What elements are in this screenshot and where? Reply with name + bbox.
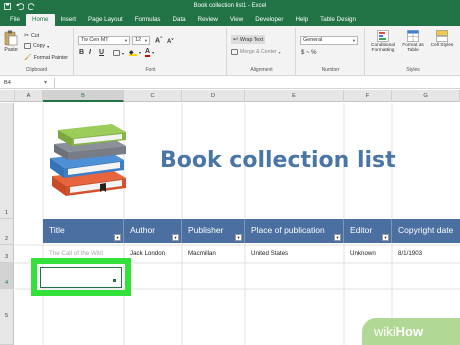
tab-view[interactable]: View <box>224 14 249 26</box>
cut-button[interactable]: ✂ Cut <box>24 32 39 40</box>
wrap-text-icon: ↩ <box>233 37 239 43</box>
table-header-row: Title ▾ Author ▾ Publisher ▾ Place of publi… <box>43 219 460 243</box>
column-header-e[interactable]: E <box>245 90 344 102</box>
border-icon <box>113 50 120 56</box>
header-title[interactable]: Title ▾ <box>43 219 124 243</box>
bold-button[interactable]: B <box>79 49 84 56</box>
tab-review[interactable]: Review <box>192 14 224 26</box>
cell-d3[interactable]: Macmillan <box>182 245 245 263</box>
copy-icon <box>24 43 31 49</box>
brush-icon: 🖌 <box>24 55 32 61</box>
fill-color-button[interactable]: ◆ ▾ <box>129 49 141 56</box>
alignment-label: Alignment <box>250 67 273 73</box>
sheet-title: Book collection list <box>160 148 396 173</box>
books-icon <box>50 124 126 196</box>
ribbon-tabs: File Home Insert Page Layout Formulas Da… <box>0 14 460 26</box>
row-header-5[interactable]: 5 <box>0 289 14 345</box>
header-editor[interactable]: Editor ▾ <box>344 219 392 243</box>
styles-label: Styles <box>406 67 420 73</box>
select-all-corner[interactable] <box>0 90 15 102</box>
name-box-dropdown-icon[interactable]: ▾ <box>44 79 47 86</box>
font-size-select[interactable]: 12 ▼ <box>132 36 150 45</box>
copy-button[interactable]: Copy ▾ <box>24 43 49 49</box>
increase-font-icon[interactable]: A^ <box>155 35 162 44</box>
tab-page-layout[interactable]: Page Layout <box>82 14 129 26</box>
formula-input[interactable] <box>60 78 458 88</box>
scissors-icon: ✂ <box>24 33 30 39</box>
column-header-a[interactable]: A <box>15 90 43 102</box>
format-table-icon <box>407 30 419 42</box>
header-place[interactable]: Place of publication ▾ <box>245 219 344 243</box>
column-header-d[interactable]: D <box>182 90 245 102</box>
clipboard-group: Paste ✂ Cut Copy ▾ 🖌 Format Painter Clipboa… <box>0 28 74 75</box>
wikihow-logo: wikiHow <box>362 318 460 345</box>
active-cell-b4[interactable] <box>40 267 122 288</box>
number-label: Number <box>321 67 340 73</box>
number-group: General ▼ $ ~ % Number <box>297 28 365 75</box>
row-header-3[interactable]: 3 <box>0 245 14 263</box>
paste-button[interactable]: Paste <box>4 30 18 53</box>
title-bar: Book collection list1 - Excel <box>0 0 460 14</box>
tab-home[interactable]: Home <box>25 14 55 26</box>
column-header-b[interactable]: B <box>43 90 124 102</box>
font-group: Tw Cen MT ▼ 12 ▼ A^ Av B I U ▾ ◆ ▾ A ▾ Font <box>75 28 227 75</box>
tab-developer[interactable]: Developer <box>249 14 289 26</box>
font-label: Font <box>145 67 156 73</box>
fill-color-icon: ◆ <box>129 49 137 56</box>
borders-button[interactable]: ▾ <box>113 50 124 56</box>
filter-dropdown-icon[interactable]: ▾ <box>172 234 179 241</box>
ribbon: Paste ✂ Cut Copy ▾ 🖌 Format Painter Clipboa… <box>0 26 460 76</box>
column-header-g[interactable]: G <box>392 90 460 102</box>
font-name-select[interactable]: Tw Cen MT ▼ <box>78 36 130 45</box>
window-title: Book collection list1 - Excel <box>193 3 267 9</box>
highlight-box <box>31 258 131 296</box>
column-headers: A B C D E F G <box>0 90 460 102</box>
clipboard-label: Clipboard <box>25 67 48 73</box>
filter-dropdown-icon[interactable]: ▾ <box>114 234 121 241</box>
font-color-button[interactable]: A ▾ <box>145 48 154 57</box>
font-color-icon: A <box>145 48 151 57</box>
tab-formulas[interactable]: Formulas <box>129 14 167 26</box>
styles-group: Conditional Formatting Format as Table C… <box>366 28 460 75</box>
tab-table-design[interactable]: Table Design <box>314 14 362 26</box>
number-format-select[interactable]: General ▼ <box>300 36 358 45</box>
format-as-table-button[interactable]: Format as Table <box>399 30 427 53</box>
italic-button[interactable]: I <box>89 49 91 56</box>
cell-styles-button[interactable]: Cell Styles <box>428 30 456 48</box>
column-header-f[interactable]: F <box>344 90 392 102</box>
tab-help[interactable]: Help <box>289 14 314 26</box>
conditional-formatting-button[interactable]: Conditional Formatting <box>368 30 398 53</box>
tab-file[interactable]: File <box>4 14 26 26</box>
cell-c3[interactable]: Jack London <box>124 245 182 263</box>
decrease-font-icon[interactable]: Av <box>167 36 174 45</box>
formula-bar: B4 ▾ <box>0 77 460 89</box>
wrap-text-button[interactable]: ↩ Wrap Text <box>231 35 266 44</box>
cell-g3[interactable]: 8/1/1903 <box>392 245 460 263</box>
currency-button[interactable]: $ ~ % <box>301 50 317 56</box>
row-header-2[interactable]: 2 <box>0 219 14 245</box>
cell-styles-icon <box>436 30 448 42</box>
filter-dropdown-icon[interactable]: ▾ <box>334 234 341 241</box>
paste-icon <box>4 30 18 46</box>
tab-insert[interactable]: Insert <box>55 14 82 26</box>
fill-handle[interactable] <box>113 279 116 282</box>
header-author[interactable]: Author ▾ <box>124 219 182 243</box>
header-copyright[interactable]: Copyright date <box>392 219 460 243</box>
merge-icon <box>231 49 238 55</box>
merge-center-button[interactable]: Merge & Center ▾ <box>231 49 281 55</box>
filter-dropdown-icon[interactable]: ▾ <box>382 234 389 241</box>
tab-data[interactable]: Data <box>167 14 192 26</box>
conditional-formatting-icon <box>377 30 389 42</box>
header-publisher[interactable]: Publisher ▾ <box>182 219 245 243</box>
cell-e3[interactable]: United States <box>245 245 344 263</box>
name-box[interactable]: B4 <box>2 78 40 88</box>
filter-dropdown-icon[interactable]: ▾ <box>235 234 242 241</box>
underline-button[interactable]: U <box>99 49 104 56</box>
row-header-1[interactable]: 1 <box>0 103 14 219</box>
format-painter-button[interactable]: 🖌 Format Painter <box>24 54 68 62</box>
cell-f3[interactable]: Unknown <box>344 245 392 263</box>
alignment-group: ↩ Wrap Text Merge & Center ▾ Alignment <box>228 28 296 75</box>
column-header-c[interactable]: C <box>124 90 182 102</box>
row-header-4[interactable]: 4 <box>0 263 14 289</box>
